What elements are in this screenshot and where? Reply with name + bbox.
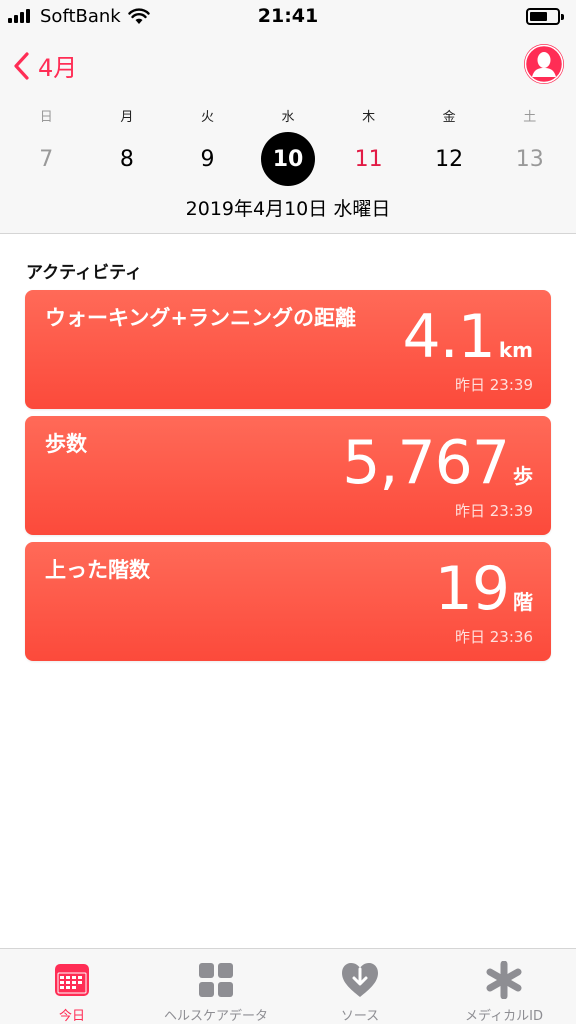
asterisk-icon [486,961,522,999]
tab-health-data[interactable]: ヘルスケアデータ [144,949,288,1024]
weekday-label: 水 [281,110,295,125]
date-cell[interactable]: 12 [409,132,490,186]
user-icon [524,44,564,84]
card-value-unit: 歩 [513,464,533,488]
card-value-number: 4.1 [402,302,495,372]
weekday-label: 日 [39,110,53,125]
date-cell[interactable]: 8 [87,132,168,186]
full-date-label: 2019年4月10日 水曜日 [185,198,391,220]
activity-card-steps[interactable]: 歩数 5,767 歩 昨日 23:39 [25,416,551,535]
card-value: 19 階 [435,558,533,620]
tab-medical-id[interactable]: メディカルID [432,949,576,1024]
date-number: 12 [435,146,464,172]
status-bar: SoftBank 21:41 [0,0,576,36]
card-value-unit: km [498,338,533,362]
date-cell-selected[interactable]: 10 [248,132,329,186]
activity-card-floors[interactable]: 上った階数 19 階 昨日 23:36 [25,542,551,661]
calendar-icon [55,964,89,996]
battery-icon [526,8,564,25]
card-value: 4.1 km [402,306,533,368]
tab-today[interactable]: 今日 [0,949,144,1024]
card-value-unit: 階 [513,590,533,614]
weekday-label: 土 [523,110,537,125]
activity-card-distance[interactable]: ウォーキング+ランニングの距離 4.1 km 昨日 23:39 [25,290,551,409]
weekday-label: 金 [442,110,456,125]
card-value-number: 5,767 [342,428,510,498]
card-title: ウォーキング+ランニングの距離 [45,306,356,330]
date-cell[interactable]: 7 [6,132,87,186]
card-title: 歩数 [45,432,87,456]
tab-label: メディカルID [465,1009,543,1024]
back-label: 4月 [38,54,78,82]
section-title: アクティビティ [26,263,143,283]
date-cell[interactable]: 9 [167,132,248,186]
date-number: 8 [119,146,134,172]
profile-button[interactable] [524,44,564,84]
date-number: 10 [261,132,316,186]
date-cell-today[interactable]: 11 [328,132,409,186]
weekday-row: 日 月 火 水 木 金 土 [6,106,570,125]
weekday-label: 木 [362,110,376,125]
weekday-label: 月 [120,110,134,125]
tab-sources[interactable]: ソース [288,949,432,1024]
card-title: 上った階数 [45,558,150,582]
card-timestamp: 昨日 23:36 [455,628,533,646]
grid-icon [199,963,233,997]
chevron-left-icon [14,51,29,80]
date-row: 7 8 9 10 11 12 13 [6,132,570,186]
card-value: 5,767 歩 [342,432,533,494]
date-number: 13 [515,146,544,172]
tab-label: ソース [340,1009,380,1024]
card-timestamp: 昨日 23:39 [455,502,533,520]
tab-bar: 今日 ヘルスケアデータ ソース メディカルID [0,948,576,1024]
tab-label: ヘルスケアデータ [163,1009,268,1024]
clock: 21:41 [257,5,319,27]
date-cell[interactable]: 13 [489,132,570,186]
date-number: 7 [39,146,54,172]
back-button[interactable]: 4月 [12,48,77,83]
card-value-number: 19 [434,554,510,624]
card-timestamp: 昨日 23:39 [455,376,533,394]
weekday-label: 火 [200,110,214,125]
heart-download-icon [342,963,378,997]
date-number: 9 [200,146,215,172]
calendar-header: 4月 日 月 火 水 木 金 土 7 8 9 10 11 12 13 2019年… [0,36,576,234]
tab-label: 今日 [58,1009,85,1024]
date-number: 11 [354,146,383,172]
